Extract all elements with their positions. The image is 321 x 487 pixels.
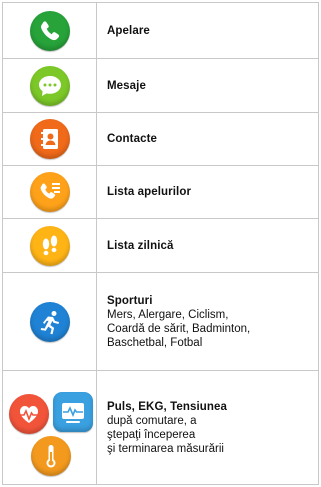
- icon-cell: [2, 218, 97, 273]
- row-title-mesaje: Mesaje: [107, 79, 146, 92]
- row-desc-line: Mers, Alergare, Ciclism,: [107, 308, 229, 321]
- table-row-puls-ekg-tensiunea: Puls, EKG, Tensiunea după comutare, a şt…: [2, 370, 319, 485]
- feature-table: Apelare Mesaje Contacte Lista apelurilor…: [2, 2, 319, 485]
- contacts-icon: [29, 119, 70, 159]
- row-desc-line: ştepaţi începerea: [107, 428, 196, 441]
- heart-rate-icon: [9, 393, 49, 434]
- row-title-lista-apelurilor: Lista apelurilor: [107, 186, 192, 198]
- phone-icon: [29, 10, 70, 51]
- icon-cell: [2, 272, 97, 371]
- icon-cell: [2, 165, 97, 219]
- text-cell: Lista apelurilor: [96, 165, 319, 219]
- table-row-contacte: Contacte: [2, 112, 319, 166]
- table-row-lista-apelurilor: Lista apelurilor: [2, 165, 319, 219]
- row-desc-line: după comutare, a: [107, 414, 197, 427]
- row-title-puls-ekg-tensiunea: Puls, EKG, Tensiunea: [107, 400, 228, 413]
- text-cell: Apelare: [96, 2, 319, 59]
- text-cell: Contacte: [96, 112, 319, 166]
- running-icon: [29, 301, 70, 342]
- table-row-sporturi: Sporturi Mers, Alergare, Ciclism, Coardă…: [2, 272, 319, 371]
- icon-cell: [2, 2, 97, 59]
- row-title-contacte: Contacte: [107, 133, 158, 145]
- feature-table-page: Apelare Mesaje Contacte Lista apelurilor…: [0, 0, 321, 487]
- table-row-mesaje: Mesaje: [2, 58, 319, 113]
- text-cell: Lista zilnică: [96, 218, 319, 273]
- health-icons-group: [3, 372, 96, 484]
- row-desc-line: Coardă de sărit, Badminton,: [107, 322, 251, 335]
- icon-cell: [2, 370, 97, 485]
- messages-icon: [29, 65, 70, 106]
- table-row-apelare: Apelare: [2, 2, 319, 59]
- row-desc-line: Baschetbal, Fotbal: [107, 336, 203, 349]
- row-title-lista-zilnica: Lista zilnică: [107, 239, 174, 252]
- row-title-apelare: Apelare: [107, 24, 150, 37]
- icon-cell: [2, 112, 97, 166]
- text-cell: Sporturi Mers, Alergare, Ciclism, Coardă…: [96, 272, 319, 371]
- text-cell: Puls, EKG, Tensiunea după comutare, a şt…: [96, 370, 319, 485]
- footprints-icon: [29, 225, 70, 266]
- icon-cell: [2, 58, 97, 113]
- call-list-icon: [29, 172, 70, 212]
- text-cell: Mesaje: [96, 58, 319, 113]
- ekg-icon: [53, 391, 93, 432]
- row-desc-line: şi terminarea măsurării: [107, 442, 224, 455]
- table-row-lista-zilnica: Lista zilnică: [2, 218, 319, 273]
- row-title-sporturi: Sporturi: [107, 294, 153, 307]
- thermometer-icon: [31, 435, 71, 476]
